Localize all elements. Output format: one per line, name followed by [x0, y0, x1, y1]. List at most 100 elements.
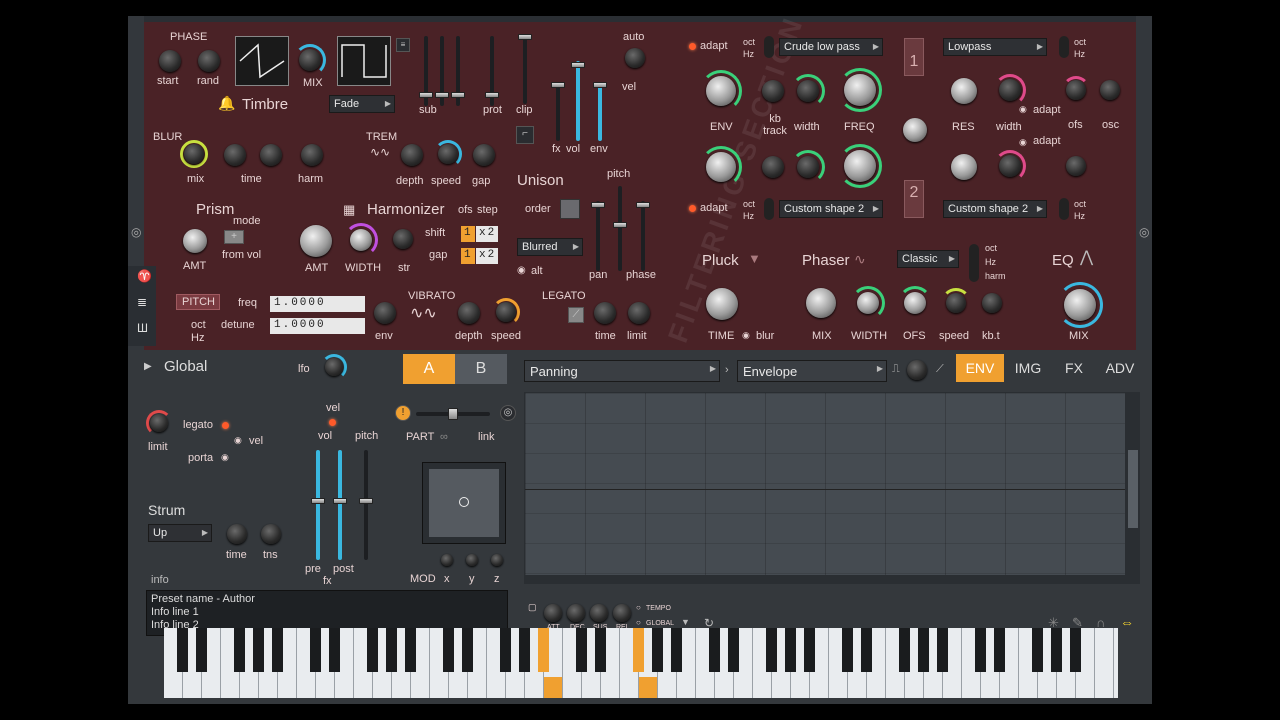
unison-order-button[interactable]: [560, 199, 580, 219]
pitch-fader-track[interactable]: [364, 450, 368, 560]
fx-fader-track[interactable]: [556, 86, 560, 141]
eq-mix-knob[interactable]: [1064, 289, 1096, 321]
filter2-width-knob[interactable]: [797, 156, 819, 178]
filter-ofs-knob-2[interactable]: [1066, 156, 1086, 176]
black-key[interactable]: [842, 628, 853, 672]
black-key[interactable]: [709, 628, 720, 672]
clip-fader-cap[interactable]: [518, 34, 532, 40]
filter-right-width-knob-1[interactable]: [999, 79, 1021, 101]
harm-str-knob[interactable]: [393, 229, 413, 249]
filter-mix-knob[interactable]: [903, 118, 927, 142]
legato-limit-knob[interactable]: [628, 302, 650, 324]
envelope-hscroll[interactable]: [524, 576, 1126, 584]
filter1-width-knob[interactable]: [797, 80, 819, 102]
harm-shift-step[interactable]: x2: [476, 226, 498, 242]
black-key[interactable]: [633, 628, 644, 672]
unison-pan-cap[interactable]: [591, 202, 605, 208]
part-b-tab[interactable]: B: [455, 354, 507, 384]
legato-led[interactable]: [222, 422, 229, 429]
black-key[interactable]: [728, 628, 739, 672]
pluck-time-knob[interactable]: [706, 288, 738, 320]
tab-env[interactable]: ENV: [956, 354, 1004, 382]
filter2-slot[interactable]: 2: [904, 180, 924, 218]
radio-icon[interactable]: ◉: [1019, 105, 1027, 114]
black-key[interactable]: [386, 628, 397, 672]
filter1-slot[interactable]: 1: [904, 38, 924, 76]
black-key[interactable]: [1032, 628, 1043, 672]
adapt-led-1[interactable]: [689, 43, 696, 50]
checkbox-icon[interactable]: ▢: [528, 603, 537, 612]
black-key[interactable]: [234, 628, 245, 672]
black-key[interactable]: [272, 628, 283, 672]
menu-icon[interactable]: ≡: [396, 38, 410, 52]
black-key[interactable]: [785, 628, 796, 672]
black-key[interactable]: [519, 628, 530, 672]
black-key[interactable]: [804, 628, 815, 672]
black-key[interactable]: [443, 628, 454, 672]
record-icon[interactable]: ◎: [500, 405, 516, 421]
unison-phase-cap[interactable]: [636, 202, 650, 208]
fx-fader-cap[interactable]: [551, 82, 565, 88]
sub-fader-cap-2[interactable]: [435, 92, 449, 98]
part-slider-cap[interactable]: [448, 408, 458, 420]
pitch-fader-cap[interactable]: [359, 498, 373, 504]
waveform-display-1[interactable]: [235, 36, 289, 86]
phaser-width-knob[interactable]: [857, 292, 879, 314]
phaser-mode-dropdown[interactable]: Classic ▶: [897, 250, 959, 268]
pitch-detune-value[interactable]: 1.0000: [270, 318, 365, 334]
envelope-scrollbar[interactable]: [1126, 392, 1140, 584]
blur-time-knob-2[interactable]: [260, 144, 282, 166]
pre-fader-track[interactable]: [316, 450, 320, 560]
filter-right-oct-toggle-1[interactable]: [1059, 36, 1069, 58]
filter1-kb-track-knob[interactable]: [762, 80, 784, 102]
unison-phase-fader[interactable]: [641, 201, 645, 271]
step-icon[interactable]: ⎍: [892, 364, 900, 375]
circle-icon[interactable]: ◎: [1139, 226, 1149, 238]
timbre-mode-dropdown[interactable]: Fade ▶: [329, 95, 395, 113]
black-key[interactable]: [253, 628, 264, 672]
unison-pitch-fader[interactable]: [618, 186, 622, 271]
power-icon[interactable]: !: [395, 405, 411, 421]
radio-icon[interactable]: ◉: [517, 266, 526, 276]
env-fader-cap[interactable]: [593, 82, 607, 88]
strum-dropdown[interactable]: Up ▶: [148, 524, 212, 542]
xy-pad[interactable]: [422, 462, 506, 544]
radio-icon[interactable]: ○: [636, 619, 641, 627]
radio-icon[interactable]: ◉: [234, 436, 242, 445]
pitch-title-box[interactable]: PITCH: [176, 294, 220, 310]
black-key[interactable]: [937, 628, 948, 672]
radio-icon[interactable]: ○: [636, 604, 641, 612]
harm-gap-step[interactable]: x2: [476, 248, 498, 264]
bars-icon[interactable]: Ш: [137, 322, 148, 334]
global-limit-knob[interactable]: [150, 414, 168, 432]
phaser-mix-knob[interactable]: [806, 288, 836, 318]
radio-icon[interactable]: ◉: [221, 453, 229, 462]
res-knob-1[interactable]: [951, 78, 977, 104]
chevron-right-icon[interactable]: ▶: [144, 362, 152, 372]
clip-fader-track[interactable]: [523, 34, 527, 104]
blur-mix-knob[interactable]: [184, 144, 204, 164]
resize-arrows-icon[interactable]: ⇔: [1120, 615, 1134, 629]
vel-led[interactable]: [329, 419, 336, 426]
osc-mix-knob[interactable]: [299, 49, 321, 71]
filter2-type-dropdown[interactable]: Custom shape 2 ▶: [779, 200, 883, 218]
white-key[interactable]: [1095, 628, 1114, 698]
black-key[interactable]: [994, 628, 1005, 672]
legato-time-knob[interactable]: [594, 302, 616, 324]
black-key[interactable]: [538, 628, 549, 672]
phaser-speed-knob[interactable]: [946, 293, 966, 313]
scrollbar-thumb[interactable]: [1128, 450, 1138, 528]
prism-amt-knob[interactable]: [183, 229, 207, 253]
post-fader-track[interactable]: [338, 450, 342, 560]
strum-tns-knob[interactable]: [261, 524, 281, 544]
black-key[interactable]: [975, 628, 986, 672]
trem-gap-knob[interactable]: [473, 144, 495, 166]
black-key[interactable]: [196, 628, 207, 672]
mod-y-knob[interactable]: [466, 554, 478, 566]
vol-fader-cap[interactable]: [571, 62, 585, 68]
filter-right-type1-dropdown[interactable]: Lowpass ▶: [943, 38, 1047, 56]
envelope-graph[interactable]: [524, 392, 1126, 576]
sub-fader-cap-3[interactable]: [451, 92, 465, 98]
vibrato-speed-knob[interactable]: [496, 302, 516, 322]
waveform-display-2[interactable]: [337, 36, 391, 86]
